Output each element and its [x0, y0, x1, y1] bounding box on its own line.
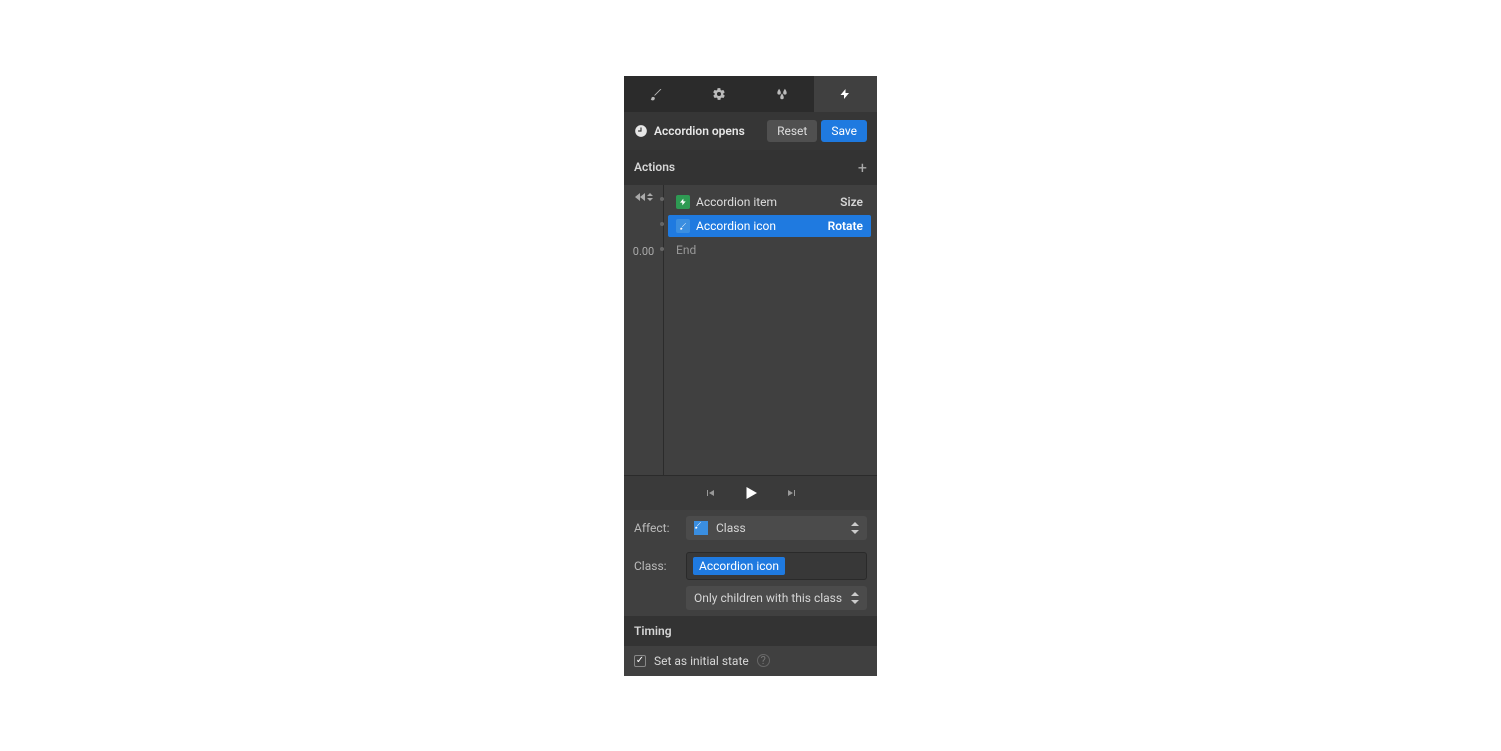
actions-header-label: Actions [634, 160, 675, 174]
actions-timeline: 0.00 Accordion item Size Accordion icon … [624, 185, 877, 475]
brush-icon [679, 222, 687, 230]
clock-icon [634, 124, 648, 138]
action-element-name: Accordion icon [696, 219, 822, 233]
sort-icon [647, 193, 653, 201]
action-element-name: Accordion item [696, 195, 834, 209]
reset-button[interactable]: Reset [767, 120, 817, 142]
affect-value: Class [716, 521, 746, 535]
timeline-tracks: Accordion item Size Accordion icon Rotat… [664, 185, 877, 475]
panel-tabs [624, 76, 877, 112]
class-scope-value: Only children with this class [694, 591, 842, 605]
tab-interactions[interactable] [814, 76, 877, 112]
interactions-panel: Accordion opens Reset Save Actions + 0.0… [624, 76, 877, 676]
affect-select[interactable]: Class [686, 516, 867, 540]
play-icon [742, 484, 760, 502]
skip-forward-icon [786, 487, 798, 499]
tab-settings[interactable] [687, 76, 750, 112]
timeline-end-label: End [668, 239, 871, 261]
tab-style[interactable] [624, 76, 687, 112]
skip-back-button[interactable] [704, 487, 716, 499]
class-scope-row: Only children with this class [624, 586, 877, 616]
class-row: Class: Accordion icon [624, 546, 877, 586]
affect-row: Affect: Class [624, 510, 877, 546]
initial-state-label: Set as initial state [654, 654, 749, 668]
start-marker[interactable] [635, 193, 653, 201]
initial-state-checkbox[interactable] [634, 655, 646, 667]
class-scope-select[interactable]: Only children with this class [686, 586, 867, 610]
affect-label: Affect: [634, 521, 674, 535]
save-button[interactable]: Save [821, 120, 867, 142]
add-action-button[interactable]: + [858, 158, 867, 177]
timeline-gutter: 0.00 [624, 185, 664, 475]
brush-icon [649, 87, 663, 101]
action-row-selected[interactable]: Accordion icon Rotate [668, 215, 871, 237]
timing-section-header: Timing [624, 616, 877, 646]
brush-icon [694, 521, 702, 529]
actions-section-header: Actions + [624, 150, 877, 185]
drops-icon [775, 87, 789, 101]
class-chip[interactable]: Accordion icon [693, 557, 785, 575]
animation-title: Accordion opens [654, 124, 745, 138]
playback-controls [624, 475, 877, 510]
chevron-updown-icon [851, 592, 859, 604]
bolt-icon [839, 88, 851, 100]
rewind-icon [635, 193, 645, 201]
help-icon[interactable]: ? [757, 654, 770, 667]
initial-state-row: Set as initial state ? [624, 646, 877, 676]
play-button[interactable] [742, 484, 760, 502]
animation-header: Accordion opens Reset Save [624, 112, 877, 150]
timeline-end-time: 0.00 [633, 245, 654, 258]
skip-forward-button[interactable] [786, 487, 798, 499]
class-label: Class: [634, 559, 674, 573]
class-icon [694, 521, 708, 535]
element-icon [676, 195, 690, 209]
chevron-updown-icon [851, 522, 859, 534]
skip-back-icon [704, 487, 716, 499]
action-property: Size [840, 195, 863, 209]
class-input[interactable]: Accordion icon [686, 552, 867, 580]
action-property: Rotate [828, 219, 863, 233]
action-row[interactable]: Accordion item Size [668, 191, 871, 213]
element-icon [676, 219, 690, 233]
gear-icon [712, 87, 726, 101]
tab-effects[interactable] [751, 76, 814, 112]
bolt-icon [679, 198, 687, 206]
